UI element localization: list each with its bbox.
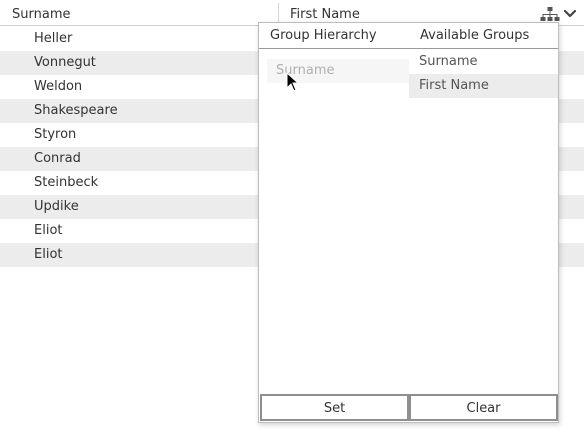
- group-hierarchy-heading: Group Hierarchy: [270, 28, 377, 43]
- surname-cell: Steinbeck: [34, 175, 99, 190]
- available-group-item[interactable]: Surname: [409, 50, 558, 74]
- surname-cell: Styron: [34, 127, 77, 142]
- available-group-item[interactable]: First Name: [409, 74, 558, 98]
- set-button[interactable]: Set: [260, 394, 409, 421]
- group-popup: Group Hierarchy Available Groups Surname…: [258, 22, 559, 423]
- surname-cell: Weldon: [34, 79, 83, 94]
- surname-cell: Vonnegut: [34, 55, 96, 70]
- surname-cell: Eliot: [34, 247, 63, 262]
- column-divider[interactable]: [278, 3, 279, 24]
- surname-cell: Eliot: [34, 223, 63, 238]
- surname-cell: Conrad: [34, 151, 81, 166]
- mouse-cursor-icon: [286, 72, 299, 92]
- surname-cell: Heller: [34, 31, 73, 46]
- available-groups-heading: Available Groups: [420, 28, 530, 43]
- surname-cell: Shakespeare: [34, 103, 118, 118]
- column-header-surname[interactable]: Surname: [12, 0, 70, 25]
- chevron-down-icon[interactable]: [563, 9, 577, 19]
- hierarchy-icon[interactable]: [540, 7, 560, 21]
- surname-cell: Updike: [34, 199, 79, 214]
- available-groups-list: Surname First Name: [409, 50, 558, 98]
- heading-divider: [259, 48, 558, 49]
- clear-button[interactable]: Clear: [409, 394, 558, 421]
